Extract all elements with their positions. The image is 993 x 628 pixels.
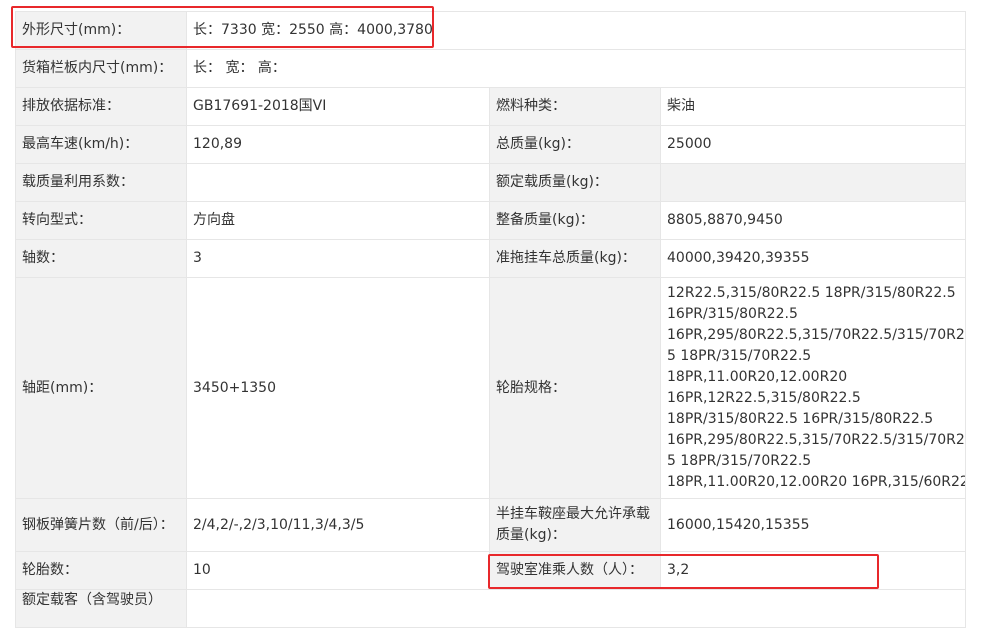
axles-label: 轴数： — [15, 239, 187, 278]
fuel-type-label: 燃料种类： — [489, 87, 661, 126]
cargo-box-inner-label: 货箱栏板内尺寸(mm)： — [15, 49, 187, 88]
tire-spec-line: 16PR,295/80R22.5,315/70R22.5/315/70R22. — [667, 432, 966, 448]
dimensions-value: 长：7330 宽：2550 高：4000,3780 — [185, 11, 967, 50]
row-wheelbase-tires: 轴距(mm)： 3450+1350 轮胎规格： 12R22.5,315/80R2… — [15, 277, 967, 499]
tire-spec-line: 12R22.5,315/80R22.5 18PR/315/80R22.5 — [667, 285, 956, 301]
towing-mass-label: 准拖挂车总质量(kg)： — [489, 239, 661, 278]
leaf-springs-value: 2/4,2/-,2/3,10/11,3/4,3/5 — [186, 498, 490, 552]
max-speed-value: 120,89 — [186, 125, 490, 164]
tire-spec-line: 5 18PR/315/70R22.5 — [667, 453, 812, 469]
row-load-utilization: 载质量利用系数： 额定载质量(kg)： — [15, 163, 967, 202]
gross-mass-label: 总质量(kg)： — [489, 125, 661, 164]
max-speed-label: 最高车速(km/h)： — [15, 125, 187, 164]
axles-value: 3 — [186, 239, 490, 278]
row-springs-fifth-wheel: 钢板弹簧片数（前/后）： 2/4,2/-,2/3,10/11,3/4,3/5 半… — [15, 498, 967, 552]
cargo-box-inner-value: 长： 宽： 高： — [185, 49, 967, 88]
row-dimensions: 外形尺寸(mm)： 长：7330 宽：2550 高：4000,3780 — [15, 11, 967, 50]
emission-standard-label: 排放依据标准： — [15, 87, 187, 126]
row-axles-towing: 轴数： 3 准拖挂车总质量(kg)： 40000,39420,39355 — [15, 239, 967, 278]
tire-spec-line: 18PR/315/80R22.5 16PR/315/80R22.5 — [667, 411, 934, 427]
tire-count-label: 轮胎数： — [15, 551, 187, 590]
dimensions-label: 外形尺寸(mm)： — [15, 11, 187, 50]
steering-value: 方向盘 — [186, 201, 490, 240]
rated-load-value — [659, 163, 967, 202]
steering-label: 转向型式： — [15, 201, 187, 240]
load-utilization-label: 载质量利用系数： — [15, 163, 187, 202]
cab-passengers-label: 驾驶室准乘人数（人）： — [489, 551, 661, 590]
row-steering-curb: 转向型式： 方向盘 整备质量(kg)： 8805,8870,9450 — [15, 201, 967, 240]
tire-spec-line: 18PR,11.00R20,12.00R20 — [667, 369, 848, 385]
tire-spec-line: 5 18PR/315/70R22.5 — [667, 348, 812, 364]
tire-spec-value: 12R22.5,315/80R22.5 18PR/315/80R22.5 16P… — [659, 277, 967, 499]
tire-spec-line: 16PR,295/80R22.5,315/70R22.5/315/70R22. — [667, 327, 966, 343]
fifth-wheel-load-label: 半挂车鞍座最大允许承载质量(kg)： — [489, 498, 661, 552]
tire-spec-line: 16PR/315/80R22.5 — [667, 306, 798, 322]
load-utilization-value — [186, 163, 490, 202]
row-cargo-box-inner: 货箱栏板内尺寸(mm)： 长： 宽： 高： — [15, 49, 967, 88]
curb-mass-value: 8805,8870,9450 — [659, 201, 967, 240]
row-rated-passengers: 额定载客（含驾驶员） — [15, 589, 967, 628]
tire-spec-line: 18PR,11.00R20,12.00R20 16PR,315/60R22.5 — [667, 474, 966, 490]
cab-passengers-value: 3,2 — [659, 551, 967, 590]
tire-count-value: 10 — [186, 551, 490, 590]
rated-passengers-value — [185, 589, 967, 628]
row-tires-passengers: 轮胎数： 10 驾驶室准乘人数（人）： 3,2 — [15, 551, 967, 590]
wheelbase-label: 轴距(mm)： — [15, 277, 187, 499]
tire-spec-line: 16PR,12R22.5,315/80R22.5 — [667, 390, 861, 406]
fuel-type-value: 柴油 — [659, 87, 967, 126]
wheelbase-value: 3450+1350 — [186, 277, 490, 499]
towing-mass-value: 40000,39420,39355 — [659, 239, 967, 278]
fifth-wheel-load-value: 16000,15420,15355 — [659, 498, 967, 552]
rated-load-label: 额定载质量(kg)： — [489, 163, 661, 202]
row-emission-fuel: 排放依据标准： GB17691-2018国VI 燃料种类： 柴油 — [15, 87, 967, 126]
curb-mass-label: 整备质量(kg)： — [489, 201, 661, 240]
vehicle-spec-table: 外形尺寸(mm)： 长：7330 宽：2550 高：4000,3780 货箱栏板… — [15, 11, 967, 628]
tire-spec-label: 轮胎规格： — [489, 277, 661, 499]
rated-passengers-label: 额定载客（含驾驶员） — [15, 589, 187, 628]
emission-standard-value: GB17691-2018国VI — [186, 87, 490, 126]
leaf-springs-label: 钢板弹簧片数（前/后）： — [15, 498, 187, 552]
gross-mass-value: 25000 — [659, 125, 967, 164]
row-speed-mass: 最高车速(km/h)： 120,89 总质量(kg)： 25000 — [15, 125, 967, 164]
